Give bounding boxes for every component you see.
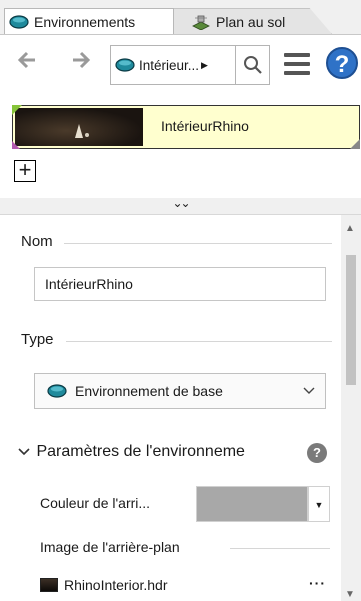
forward-arrow-icon[interactable]	[66, 49, 96, 79]
breadcrumb-label: Intérieur...	[139, 57, 200, 73]
corner-marker	[12, 105, 22, 115]
caret-down-icon: ▼	[314, 500, 324, 510]
background-color-label: Couleur de l'arri...	[40, 495, 151, 511]
divider	[64, 243, 332, 244]
environment-icon	[47, 384, 67, 398]
divider	[66, 341, 332, 342]
section-title: Paramètres de l'environneme	[36, 443, 245, 460]
toolbar: Intérieur... ▶ ?	[0, 34, 361, 98]
search-icon	[243, 56, 262, 74]
help-icon[interactable]: ?	[326, 47, 358, 79]
chevron-down-icon	[18, 445, 32, 459]
help-icon[interactable]: ?	[307, 443, 327, 463]
more-options-button[interactable]: ···	[309, 575, 326, 591]
type-select[interactable]: Environnement de base	[34, 373, 326, 409]
breadcrumb[interactable]: Intérieur... ▶	[110, 45, 270, 85]
ground-plane-icon	[192, 15, 210, 30]
tab-environments[interactable]: Environnements	[4, 8, 174, 34]
background-image-label: Image de l'arrière-plan	[40, 539, 180, 555]
search-button[interactable]	[235, 46, 269, 84]
menu-icon[interactable]	[284, 53, 310, 75]
type-group-label: Type	[21, 331, 54, 348]
properties-panel: Nom IntérieurRhino Type Environnement de…	[0, 214, 361, 601]
type-select-label: Environnement de base	[75, 383, 223, 399]
environment-icon	[115, 58, 135, 72]
corner-marker	[350, 139, 360, 149]
list-item[interactable]: IntérieurRhino	[12, 105, 360, 149]
scrollbar[interactable]: ▲ ▼	[341, 215, 361, 601]
tab-bar: Environnements Plan au sol	[0, 0, 361, 34]
environment-name: IntérieurRhino	[161, 118, 249, 134]
environment-icon	[9, 14, 29, 29]
add-button[interactable]: +	[14, 159, 36, 182]
file-name: RhinoInterior.hdr	[64, 577, 168, 593]
name-group-label: Nom	[21, 233, 53, 250]
environment-list: IntérieurRhino +	[0, 98, 361, 198]
background-color-swatch[interactable]	[196, 486, 308, 522]
corner-marker	[12, 141, 20, 149]
tab-ground-plane[interactable]: Plan au sol	[172, 8, 332, 34]
tab-label: Plan au sol	[216, 13, 286, 30]
divider	[230, 548, 330, 549]
scroll-down-icon[interactable]: ▼	[345, 589, 355, 600]
chevron-down-icon	[303, 384, 315, 398]
tab-label: Environnements	[34, 13, 136, 30]
environment-thumbnail	[15, 108, 143, 146]
back-arrow-icon[interactable]	[12, 49, 42, 79]
environment-settings-section[interactable]: Paramètres de l'environneme	[18, 443, 336, 461]
color-dropdown-button[interactable]: ▼	[308, 486, 330, 522]
chevron-down-icon: ⌄⌄	[172, 196, 190, 210]
scrollbar-thumb[interactable]	[346, 255, 356, 385]
background-image-file[interactable]: RhinoInterior.hdr ···	[40, 575, 330, 595]
panel-splitter[interactable]: ⌄⌄	[0, 196, 361, 214]
caret-right-icon[interactable]: ▶	[201, 60, 208, 71]
scroll-up-icon[interactable]: ▲	[345, 223, 355, 234]
name-field[interactable]: IntérieurRhino	[34, 267, 326, 301]
image-thumbnail-icon	[40, 578, 58, 592]
